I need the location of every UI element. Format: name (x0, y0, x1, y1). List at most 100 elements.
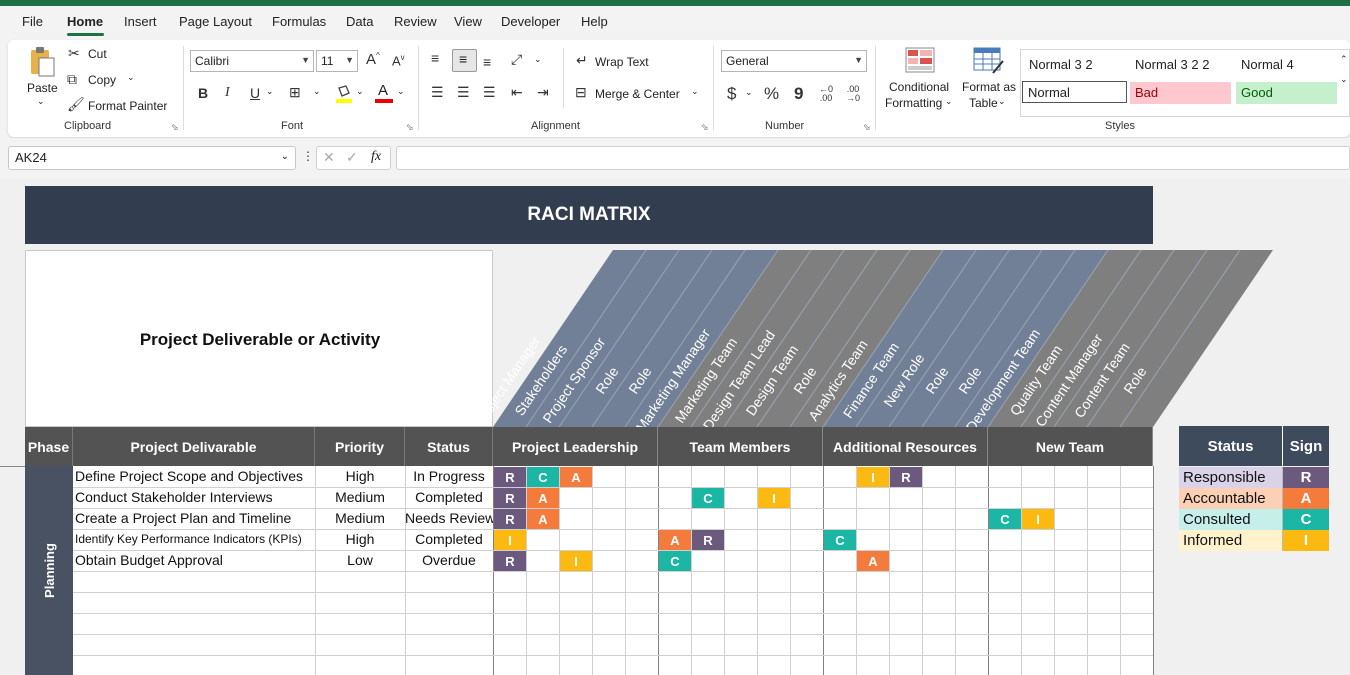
raci-badge[interactable]: R (692, 530, 724, 550)
cancel-icon[interactable]: ✕ (323, 149, 335, 166)
comma-button[interactable]: 9 (794, 84, 803, 104)
raci-badge[interactable]: A (659, 530, 691, 550)
raci-badge[interactable]: I (758, 488, 790, 508)
raci-badge[interactable]: R (494, 551, 526, 571)
wrap-text-button[interactable]: Wrap Text (595, 55, 649, 69)
raci-badge[interactable]: R (890, 467, 922, 487)
menu-help[interactable]: Help (581, 14, 608, 29)
paste-dropdown-icon[interactable]: ⌄ (37, 96, 45, 107)
menu-formulas[interactable]: Formulas (272, 14, 326, 29)
menu-home[interactable]: Home (67, 14, 103, 29)
legend-header-sign[interactable]: Sign (1283, 426, 1329, 466)
more-options-icon[interactable]: ⋮ (302, 149, 314, 163)
format-as-table-button[interactable]: Format as (962, 80, 1016, 94)
raci-badge[interactable]: A (560, 467, 592, 487)
menu-review[interactable]: Review (394, 14, 437, 29)
legend-status[interactable]: Accountable (1179, 488, 1283, 509)
style-normal-3-2[interactable]: Normal 3 2 (1024, 54, 1126, 76)
group-new-team[interactable]: New Team (988, 427, 1153, 466)
font-color-icon[interactable]: A (375, 82, 393, 104)
raci-badge[interactable]: C (989, 509, 1021, 529)
style-good[interactable]: Good (1236, 82, 1337, 104)
legend-sign[interactable]: I (1283, 530, 1329, 551)
legend-sign[interactable]: C (1283, 509, 1329, 530)
format-table-dropdown-icon[interactable]: ⌄ (998, 96, 1006, 107)
priority-cell[interactable]: High (315, 529, 405, 550)
menu-file[interactable]: File (22, 14, 43, 29)
increase-indent-icon[interactable]: ⇥ (537, 84, 549, 101)
format-as-table-line2[interactable]: Table (969, 96, 998, 110)
increase-decimal-icon[interactable]: ←0.00 (819, 85, 833, 103)
status-cell[interactable]: Completed (405, 529, 493, 550)
header-status[interactable]: Status (405, 427, 493, 466)
raci-badge[interactable]: A (527, 509, 559, 529)
align-bottom-icon[interactable]: ≡ (483, 54, 491, 70)
status-cell[interactable]: In Progress (405, 466, 493, 487)
align-middle-icon[interactable]: ≡ (452, 49, 477, 72)
deliverable-cell[interactable]: Define Project Scope and Objectives (75, 466, 313, 487)
copy-button[interactable]: Copy (88, 73, 116, 87)
legend-status[interactable]: Responsible (1179, 467, 1283, 488)
formula-input[interactable] (396, 146, 1350, 170)
legend-sign[interactable]: R (1283, 467, 1329, 488)
style-normal-3-2-2[interactable]: Normal 3 2 2 (1130, 54, 1232, 76)
align-left-icon[interactable]: ☰ (431, 84, 444, 101)
legend-sign[interactable]: A (1283, 488, 1329, 509)
number-format-combo[interactable]: General ▼ (721, 50, 867, 72)
status-cell[interactable]: Needs Review (405, 508, 493, 529)
group-additional-resources[interactable]: Additional Resources (823, 427, 988, 466)
priority-cell[interactable]: High (315, 466, 405, 487)
format-painter-icon[interactable]: 🖌 (67, 96, 85, 113)
cut-button[interactable]: Cut (88, 47, 107, 61)
font-color-dropdown-icon[interactable]: ⌄ (397, 86, 405, 97)
menu-developer[interactable]: Developer (501, 14, 560, 29)
deliverable-cell[interactable]: Obtain Budget Approval (75, 550, 313, 571)
name-box[interactable]: AK24 ⌄ (8, 146, 296, 170)
clipboard-launcher-icon[interactable]: ⬂ (171, 122, 179, 133)
conditional-dropdown-icon[interactable]: ⌄ (945, 96, 953, 107)
deliverable-cell[interactable]: Conduct Stakeholder Interviews (75, 487, 313, 508)
font-name-combo[interactable]: Calibri ▼ (190, 50, 314, 72)
paste-button[interactable]: Paste (27, 81, 58, 95)
raci-badge[interactable]: A (527, 488, 559, 508)
align-center-icon[interactable]: ☰ (457, 84, 470, 101)
font-launcher-icon[interactable]: ⬂ (406, 122, 414, 133)
priority-cell[interactable]: Medium (315, 508, 405, 529)
font-size-combo[interactable]: 11 ▼ (316, 50, 358, 72)
percent-button[interactable]: % (764, 84, 779, 104)
raci-badge[interactable]: A (857, 551, 889, 571)
conditional-formatting-icon[interactable] (905, 47, 935, 73)
copy-icon[interactable]: ⧉ (67, 71, 77, 88)
menu-page-layout[interactable]: Page Layout (179, 14, 252, 29)
raci-badge[interactable]: I (857, 467, 889, 487)
style-normal-4[interactable]: Normal 4 (1236, 54, 1338, 76)
italic-button[interactable]: I (225, 85, 230, 101)
style-bad[interactable]: Bad (1130, 82, 1231, 104)
paste-icon[interactable] (28, 46, 56, 78)
format-painter-button[interactable]: Format Painter (88, 99, 167, 113)
merge-center-button[interactable]: Merge & Center (595, 87, 680, 101)
deliverable-cell[interactable]: Create a Project Plan and Timeline (75, 508, 313, 529)
bold-button[interactable]: B (198, 85, 208, 101)
underline-dropdown-icon[interactable]: ⌄ (266, 86, 274, 97)
wrap-text-icon[interactable]: ↵ (576, 52, 588, 69)
status-cell[interactable]: Overdue (405, 550, 493, 571)
raci-title[interactable]: RACI MATRIX (25, 186, 1153, 244)
enter-icon[interactable]: ✓ (346, 149, 358, 166)
number-launcher-icon[interactable]: ⬂ (863, 122, 871, 133)
raci-badge[interactable]: I (1022, 509, 1054, 529)
decrease-font-icon[interactable]: Av (392, 53, 405, 68)
deliverable-cell[interactable]: Identify Key Performance Indicators (KPI… (75, 529, 313, 550)
priority-cell[interactable]: Medium (315, 487, 405, 508)
merge-dropdown-icon[interactable]: ⌄ (691, 86, 699, 97)
raci-badge[interactable]: C (527, 467, 559, 487)
raci-badge[interactable]: C (692, 488, 724, 508)
raci-badge[interactable]: I (494, 530, 526, 550)
header-deliverable[interactable]: Project Delivarable (73, 427, 315, 466)
cut-icon[interactable]: ✂ (68, 45, 80, 62)
fill-color-dropdown-icon[interactable]: ⌄ (356, 86, 364, 97)
orientation-dropdown-icon[interactable]: ⌄ (534, 54, 542, 65)
decrease-decimal-icon[interactable]: .00 →0 (846, 85, 860, 103)
format-as-table-icon[interactable] (973, 47, 1005, 75)
status-cell[interactable]: Completed (405, 487, 493, 508)
